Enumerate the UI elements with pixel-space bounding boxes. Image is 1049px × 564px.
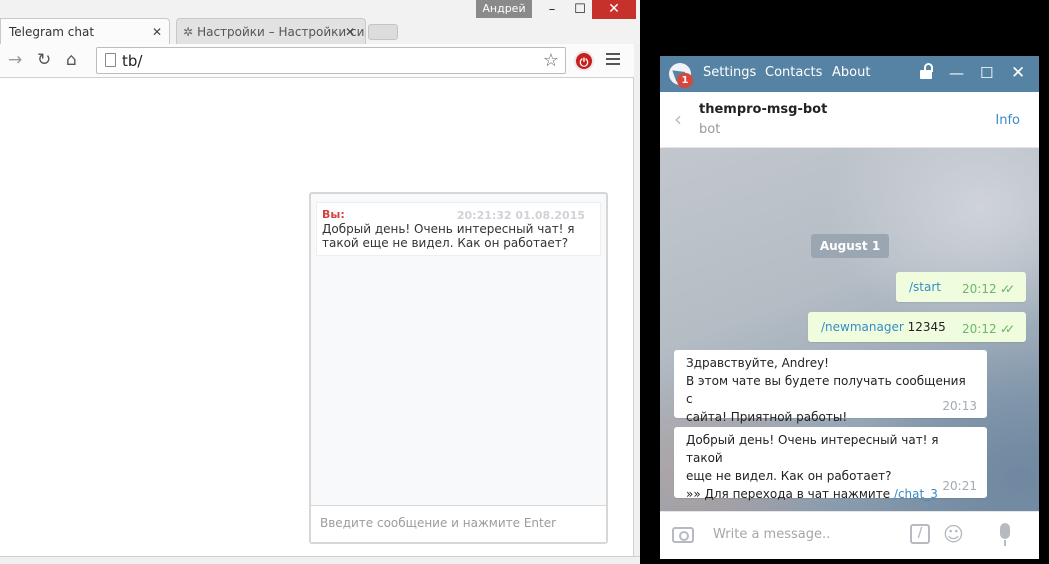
page-icon bbox=[105, 53, 116, 67]
menu-contacts[interactable]: Contacts bbox=[765, 65, 822, 80]
message-history[interactable]: August 1 /start 20:12 ✓✓ /newmanager 123… bbox=[660, 148, 1039, 511]
widget-input-area[interactable]: Введите сообщение и нажмите Enter bbox=[311, 505, 606, 542]
back-arrow-icon[interactable]: ‹ bbox=[674, 109, 682, 129]
message-text: Добрый день! Очень интересный чат! я так… bbox=[322, 222, 575, 250]
bookmark-star-icon[interactable]: ☆ bbox=[543, 50, 559, 72]
bot-commands-icon[interactable]: / bbox=[910, 524, 930, 544]
microphone-icon[interactable] bbox=[1000, 523, 1010, 539]
read-checks-icon: ✓✓ bbox=[1000, 282, 1015, 296]
message-argument: 12345 bbox=[907, 320, 946, 334]
tab-close-icon[interactable]: ✕ bbox=[345, 19, 355, 44]
message-line: Здравствуйте, Andrey! bbox=[686, 356, 829, 370]
forward-icon[interactable]: → bbox=[8, 50, 22, 70]
browser-toolbar: → ↻ ⌂ tb/ ☆ ⏻ bbox=[0, 44, 634, 78]
message-time: 20:13 bbox=[942, 399, 977, 413]
telegram-window: 1 Settings Contacts About — ☐ ✕ ‹ thempr… bbox=[660, 56, 1039, 559]
message-line-text: »» Для перехода в чат нажмите bbox=[686, 487, 894, 501]
chrome-window: Андрей – ☐ ✕ Telegram chat ✕ ✲ Настройки … bbox=[0, 0, 640, 564]
compose-bar: Write a message.. / ☺ bbox=[660, 511, 1039, 559]
message-line: В этом чате вы будете получать сообщения… bbox=[686, 374, 966, 406]
message-time: 20:21:32 01.08.2015 bbox=[456, 209, 585, 222]
window-border bbox=[0, 556, 640, 564]
message-text: /newmanager 12345 bbox=[821, 312, 946, 342]
close-window-button[interactable]: ✕ bbox=[1011, 63, 1025, 83]
info-button[interactable]: Info bbox=[995, 113, 1020, 128]
message-time: 20:12 bbox=[962, 322, 997, 336]
message-time: 20:21 bbox=[942, 479, 977, 493]
menu-settings[interactable]: Settings bbox=[703, 65, 756, 80]
reload-icon[interactable]: ↻ bbox=[37, 50, 51, 70]
chat-status: bot bbox=[699, 122, 721, 137]
minimize-button[interactable]: – bbox=[538, 0, 566, 19]
tab-settings[interactable]: ✲Настройки – Настройки синхронизации ✕ bbox=[176, 18, 366, 44]
new-tab-button[interactable] bbox=[368, 24, 398, 40]
attach-photo-icon[interactable] bbox=[672, 527, 694, 543]
lock-icon[interactable] bbox=[920, 70, 932, 79]
maximize-button[interactable]: ☐ bbox=[566, 0, 594, 19]
address-bar[interactable]: tb/ ☆ bbox=[96, 47, 566, 74]
date-separator: August 1 bbox=[811, 234, 889, 258]
message-input[interactable]: Введите сообщение и нажмите Enter bbox=[320, 516, 556, 530]
emoji-icon[interactable]: ☺ bbox=[943, 523, 964, 545]
menu-about[interactable]: About bbox=[832, 65, 870, 80]
message-line: »» Для перехода в чат нажмите /chat_3 bbox=[686, 485, 975, 503]
message-input[interactable]: Write a message.. bbox=[713, 527, 830, 542]
incoming-message[interactable]: Добрый день! Очень интересный чат! я так… bbox=[674, 427, 987, 501]
outgoing-message[interactable]: /newmanager 12345 20:12 ✓✓ bbox=[808, 312, 1026, 342]
chrome-menu-icon[interactable] bbox=[606, 53, 620, 68]
tab-close-icon[interactable]: ✕ bbox=[152, 19, 162, 44]
chat-header: ‹ thempro-msg-bot bot Info bbox=[660, 92, 1039, 148]
tab-label: Telegram chat bbox=[9, 25, 95, 39]
widget-message: Вы: 20:21:32 01.08.2015 Добрый день! Оче… bbox=[316, 202, 601, 256]
telegram-titlebar: 1 Settings Contacts About — ☐ ✕ bbox=[660, 56, 1039, 92]
maximize-button[interactable]: ☐ bbox=[980, 63, 993, 83]
gear-icon: ✲ bbox=[183, 25, 194, 39]
tab-telegram-chat[interactable]: Telegram chat ✕ bbox=[0, 18, 170, 44]
microphone-icon bbox=[1004, 540, 1006, 546]
extension-icon[interactable]: ⏻ bbox=[574, 51, 594, 71]
read-checks-icon: ✓✓ bbox=[1000, 322, 1015, 336]
bot-command-link[interactable]: /start bbox=[909, 272, 941, 302]
minimize-button[interactable]: — bbox=[949, 63, 964, 83]
home-icon[interactable]: ⌂ bbox=[66, 50, 77, 70]
window-border bbox=[634, 44, 640, 556]
url-text[interactable]: tb/ bbox=[122, 51, 142, 71]
chat-widget: Вы: 20:21:32 01.08.2015 Добрый день! Оче… bbox=[309, 192, 608, 544]
message-line: сайта! Приятной работы! bbox=[686, 410, 848, 424]
outgoing-message[interactable]: /start 20:12 ✓✓ bbox=[896, 272, 1026, 302]
tab-label: Настройки – Настройки синхронизации bbox=[197, 25, 365, 39]
chat-name[interactable]: thempro-msg-bot bbox=[699, 102, 827, 117]
bot-command-link[interactable]: /newmanager bbox=[821, 320, 904, 334]
message-line: Добрый день! Очень интересный чат! я так… bbox=[686, 433, 939, 465]
message-time: 20:12 bbox=[962, 282, 997, 296]
incoming-message[interactable]: Здравствуйте, Andrey! В этом чате вы буд… bbox=[674, 350, 987, 424]
close-window-button[interactable]: ✕ bbox=[592, 0, 636, 19]
unread-badge: 1 bbox=[677, 73, 693, 88]
chat-link[interactable]: /chat_3 bbox=[894, 487, 938, 501]
page-viewport: Вы: 20:21:32 01.08.2015 Добрый день! Оче… bbox=[0, 78, 634, 556]
message-line: еще не видел. Как он работает? bbox=[686, 469, 892, 483]
profile-user-badge[interactable]: Андрей bbox=[476, 0, 532, 18]
